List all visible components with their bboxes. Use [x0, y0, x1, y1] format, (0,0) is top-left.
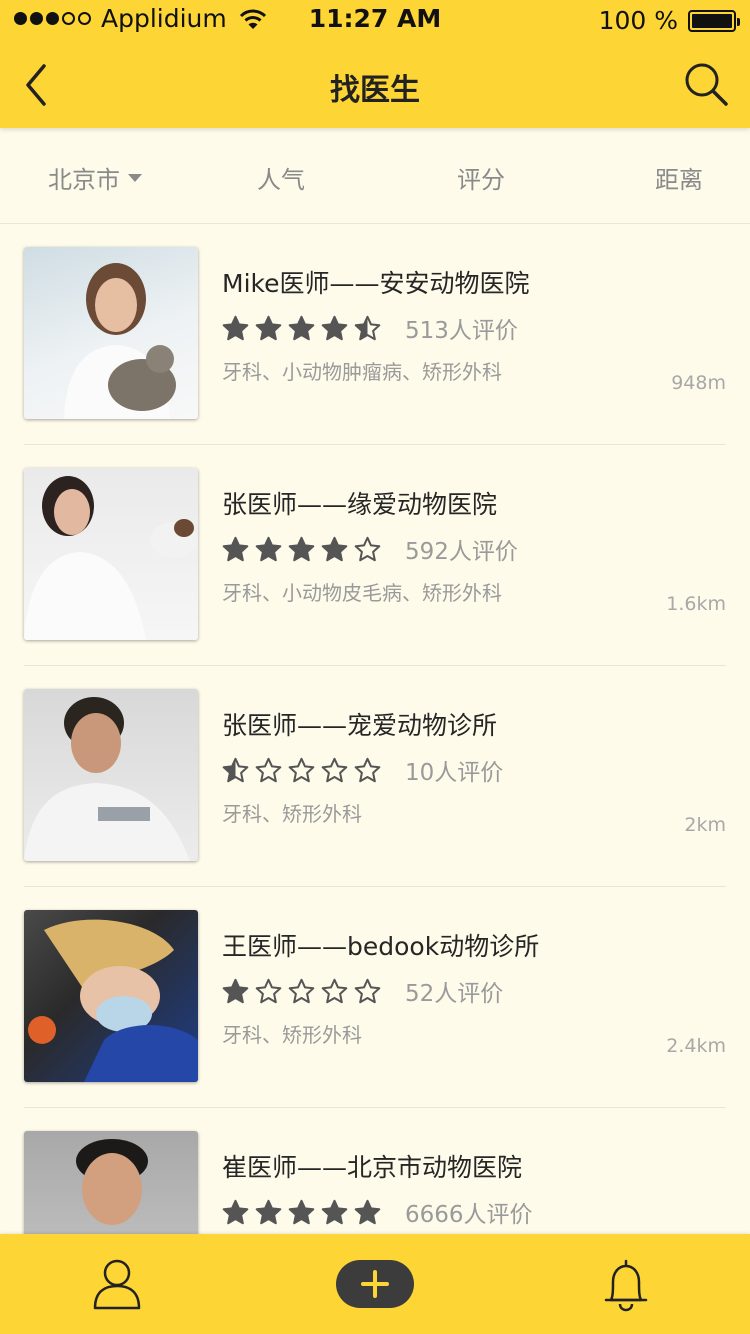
battery-icon [688, 9, 740, 32]
top-bar: Applidium 11:27 AM 100 % 找医生 [0, 0, 750, 128]
doctor-info: 张医师——宠爱动物诊所 10人评价 牙科、矫形外科 [222, 706, 726, 827]
star-full-icon [222, 315, 249, 341]
distance: 948m [671, 372, 726, 394]
battery-percent: 100 % [598, 6, 678, 35]
specialties: 牙科、矫形外科 [222, 802, 362, 826]
review-count: 52人评价 [405, 981, 504, 1007]
doctor-photo [24, 689, 198, 861]
filter-city-label: 北京市 [48, 166, 120, 194]
star-full-icon [288, 536, 315, 562]
doctor-info: 王医师——bedook动物诊所 52人评价 牙科、矫形外科 [222, 927, 726, 1048]
star-empty-icon [255, 978, 282, 1004]
page-title: 找医生 [330, 73, 420, 108]
filter-rating-label: 评分 [457, 166, 505, 194]
tab-bar [0, 1234, 750, 1334]
doctor-info: Mike医师——安安动物医院 513人评价 牙科、小动物肿瘤病、矫形外科 [222, 264, 726, 385]
doctor-info: 崔医师——北京市动物医院 6666人评价 [222, 1148, 726, 1240]
star-full-icon [255, 536, 282, 562]
star-empty-icon [354, 536, 381, 562]
star-full-icon [321, 315, 348, 341]
star-rating [222, 536, 381, 562]
distance: 2.4km [666, 1035, 726, 1057]
star-empty-icon [321, 757, 348, 783]
list-item[interactable]: 张医师——宠爱动物诊所 10人评价 牙科、矫形外科 2km [24, 666, 726, 887]
star-full-icon [255, 315, 282, 341]
star-full-icon [354, 1199, 381, 1225]
list-item[interactable]: 王医师——bedook动物诊所 52人评价 牙科、矫形外科 2.4km [24, 887, 726, 1108]
filter-popularity[interactable]: 人气 [257, 160, 305, 195]
star-full-icon [288, 315, 315, 341]
specialties: 牙科、小动物肿瘤病、矫形外科 [222, 360, 502, 384]
star-rating [222, 978, 381, 1004]
review-count: 513人评价 [405, 318, 518, 344]
search-icon[interactable] [682, 60, 730, 108]
bell-icon[interactable] [603, 1258, 649, 1312]
filter-distance[interactable]: 距离 [655, 160, 703, 195]
filter-bar: 北京市 人气 评分 距离 [0, 128, 750, 224]
review-count: 10人评价 [405, 760, 504, 786]
star-empty-icon [288, 757, 315, 783]
distance: 1.6km [666, 593, 726, 615]
review-count: 592人评价 [405, 539, 518, 565]
doctor-name: 崔医师——北京市动物医院 [222, 1153, 523, 1182]
star-empty-icon [288, 978, 315, 1004]
plus-icon [361, 1270, 389, 1298]
list-item[interactable]: Mike医师——安安动物医院 513人评价 牙科、小动物肿瘤病、矫形外科 948… [24, 224, 726, 445]
doctor-name: 张医师——宠爱动物诊所 [222, 711, 498, 740]
rating-row: 6666人评价 [222, 1188, 726, 1236]
doctor-name: 张医师——缘爱动物医院 [222, 490, 498, 519]
star-rating [222, 1199, 381, 1225]
list-item[interactable]: 张医师——缘爱动物医院 592人评价 牙科、小动物皮毛病、矫形外科 1.6km [24, 445, 726, 666]
rating-row: 10人评价 [222, 746, 726, 794]
rating-row: 592人评价 [222, 525, 726, 573]
star-empty-icon [354, 978, 381, 1004]
filter-distance-label: 距离 [655, 166, 703, 194]
rating-row: 52人评价 [222, 967, 726, 1015]
star-empty-icon [354, 757, 381, 783]
star-full-icon [255, 1199, 282, 1225]
doctor-info: 张医师——缘爱动物医院 592人评价 牙科、小动物皮毛病、矫形外科 [222, 485, 726, 606]
star-empty-icon [255, 757, 282, 783]
filter-popularity-label: 人气 [257, 166, 305, 194]
specialties: 牙科、小动物皮毛病、矫形外科 [222, 581, 502, 605]
star-rating [222, 757, 381, 783]
battery-status: 100 % [598, 6, 740, 35]
add-button[interactable] [336, 1260, 414, 1308]
star-half-icon [354, 315, 381, 341]
star-full-icon [288, 1199, 315, 1225]
distance: 2km [684, 814, 726, 836]
screen: Applidium 11:27 AM 100 % 找医生 北京市 人气 评分 距… [0, 0, 750, 1334]
star-empty-icon [321, 978, 348, 1004]
doctor-list: Mike医师——安安动物医院 513人评价 牙科、小动物肿瘤病、矫形外科 948… [0, 224, 750, 1329]
star-full-icon [222, 1199, 249, 1225]
star-full-icon [222, 536, 249, 562]
star-rating [222, 315, 381, 341]
star-full-icon [321, 536, 348, 562]
specialties: 牙科、矫形外科 [222, 1023, 362, 1047]
rating-row: 513人评价 [222, 304, 726, 352]
review-count: 6666人评价 [405, 1202, 533, 1228]
doctor-photo [24, 468, 198, 640]
filter-rating[interactable]: 评分 [457, 160, 505, 195]
status-bar: Applidium 11:27 AM 100 % [0, 0, 750, 40]
filter-city[interactable]: 北京市 [48, 160, 142, 195]
doctor-name: Mike医师——安安动物医院 [222, 269, 530, 298]
star-half-icon [222, 757, 249, 783]
doctor-name: 王医师——bedook动物诊所 [222, 932, 540, 961]
star-full-icon [321, 1199, 348, 1225]
doctor-photo [24, 247, 198, 419]
doctor-photo [24, 910, 198, 1082]
star-full-icon [222, 978, 249, 1004]
profile-icon[interactable] [92, 1258, 142, 1310]
nav-bar: 找医生 [0, 40, 750, 128]
caret-down-icon [128, 173, 142, 182]
